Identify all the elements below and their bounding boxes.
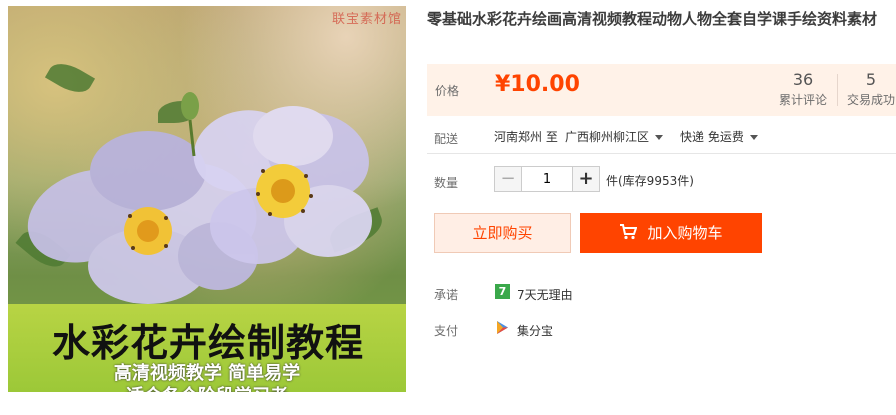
payment-label: 支付 <box>434 324 459 338</box>
divider <box>427 153 896 154</box>
reviews-label: 累计评论 <box>778 93 827 107</box>
reviews-count: 36 <box>792 70 814 89</box>
quantity-stepper: − + <box>494 166 600 192</box>
shipping-label: 配送 <box>434 132 459 146</box>
shipping-method-select[interactable]: 快递 免运费 <box>680 128 758 145</box>
watermark-text: 联宝素材馆 <box>331 12 402 27</box>
add-to-cart-button[interactable]: 加入购物车 <box>580 213 762 253</box>
price-label: 价格 <box>435 84 460 98</box>
chevron-down-icon <box>655 135 664 140</box>
stock-info: 件(库存9953件) <box>606 174 694 188</box>
shipping-method-label: 快递 免运费 <box>680 130 744 144</box>
jifenbao-icon <box>497 321 508 334</box>
seven-day-return-icon: 7 <box>495 284 510 299</box>
add-to-cart-label: 加入购物车 <box>647 224 723 242</box>
price-value: ¥10.00 <box>495 72 580 97</box>
flower-illustration <box>27 92 372 304</box>
image-banner: 水彩花卉绘制教程 高清视频教学 简单易学 适合各个阶段学习者 <box>8 304 406 392</box>
shipping-from: 河南郑州 至 <box>494 130 558 144</box>
chevron-down-icon <box>749 135 758 140</box>
cart-icon <box>620 224 638 240</box>
sales-stat[interactable]: 5 交易成功 <box>843 70 896 108</box>
decrement-button[interactable]: − <box>495 167 522 191</box>
product-image[interactable]: 联宝素材馆 水彩花卉绘制教程 高清视频教学 简单易学 适合各个阶段学习者 <box>8 6 406 392</box>
reviews-stat[interactable]: 36 累计评论 <box>775 70 831 108</box>
quantity-input[interactable] <box>522 167 572 191</box>
quantity-label: 数量 <box>434 176 459 190</box>
banner-subtitle-2: 适合各个阶段学习者 <box>8 382 406 392</box>
payment-text[interactable]: 集分宝 <box>517 322 553 339</box>
buy-now-button[interactable]: 立即购买 <box>434 213 571 253</box>
sales-count: 5 <box>865 70 877 89</box>
price-panel: 价格 ¥10.00 36 累计评论 5 交易成功 <box>427 64 896 116</box>
sales-label: 交易成功 <box>846 93 895 107</box>
shipping-destination-select[interactable]: 广西柳州柳江区 <box>565 128 664 145</box>
shipping-destination-label: 广西柳州柳江区 <box>565 130 650 144</box>
increment-button[interactable]: + <box>572 167 599 191</box>
promise-label: 承诺 <box>434 288 459 302</box>
promise-text[interactable]: 7天无理由 <box>517 286 573 303</box>
product-title: 零基础水彩花卉绘画高清视频教程动物人物全套自学课手绘资料素材 <box>427 10 878 28</box>
stat-divider <box>837 74 838 106</box>
